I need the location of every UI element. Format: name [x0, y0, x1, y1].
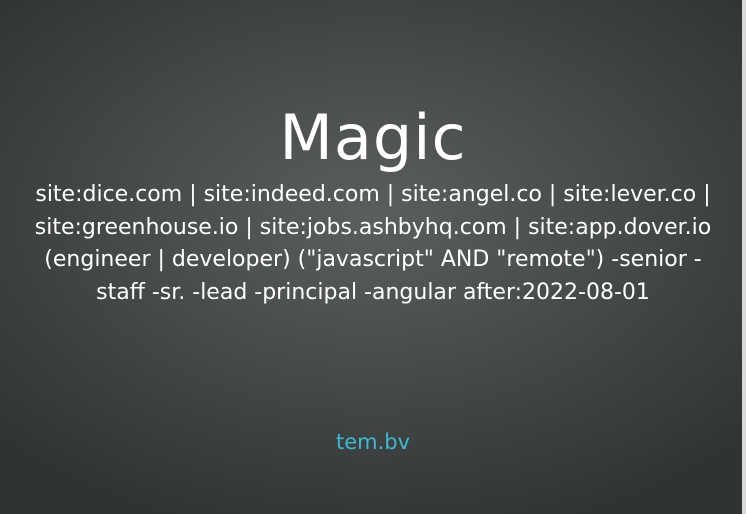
window-edge: [742, 0, 746, 514]
search-query-text: site:dice.com | site:indeed.com | site:a…: [34, 182, 712, 305]
presentation-slide: Magic site:dice.com | site:indeed.com | …: [0, 0, 746, 514]
slide-title: Magic: [279, 101, 467, 174]
footer-link[interactable]: tem.bv: [0, 427, 746, 457]
